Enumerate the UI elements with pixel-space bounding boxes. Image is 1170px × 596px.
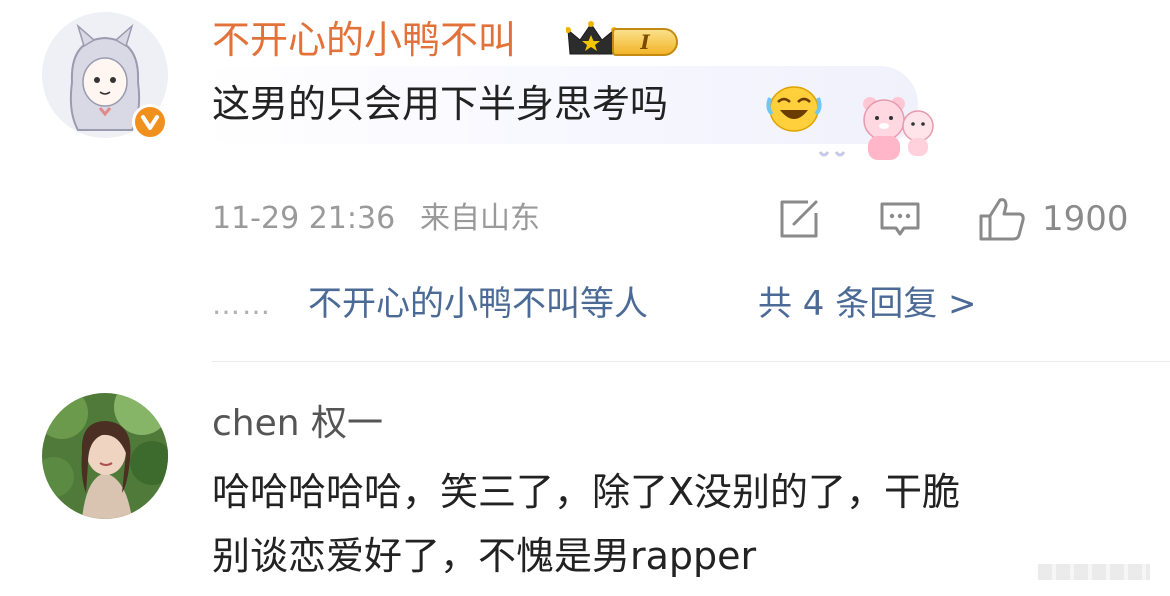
- replies-who[interactable]: 不开心的小鸭不叫等人: [308, 282, 648, 326]
- comment-text-content: 这男的只会用下半身思考吗: [212, 82, 669, 126]
- level-badge: I: [612, 28, 678, 56]
- verified-icon: [132, 104, 168, 140]
- crown-icon: [566, 20, 616, 60]
- user-avatar[interactable]: [42, 393, 168, 519]
- replies-count-link[interactable]: 共 4 条回复 >: [758, 282, 977, 326]
- comment-divider: [212, 361, 1170, 362]
- bear-sticker-icon: [806, 96, 936, 166]
- share-icon[interactable]: [778, 199, 820, 239]
- watermark-decoration: [1038, 564, 1150, 580]
- username[interactable]: 不开心的小鸭不叫: [212, 18, 516, 62]
- username[interactable]: chen 权一: [212, 402, 383, 446]
- comment-time: 11-29 21:36: [212, 201, 396, 236]
- like-count[interactable]: 1900: [1042, 199, 1129, 239]
- level-badge-text: I: [640, 30, 650, 54]
- comment-icon[interactable]: [878, 200, 922, 240]
- like-icon[interactable]: [978, 196, 1026, 242]
- comment-text-line-1: 哈哈哈哈哈，笑三了，除了X没别的了，干脆: [212, 470, 961, 514]
- comment-location: 来自山东: [420, 201, 540, 236]
- comment-text-line-2: 别谈恋爱好了，不愧是男rapper: [212, 534, 757, 578]
- replies-dots: ……: [212, 288, 272, 321]
- comment-text: 这男的只会用下半身思考吗: [212, 72, 668, 136]
